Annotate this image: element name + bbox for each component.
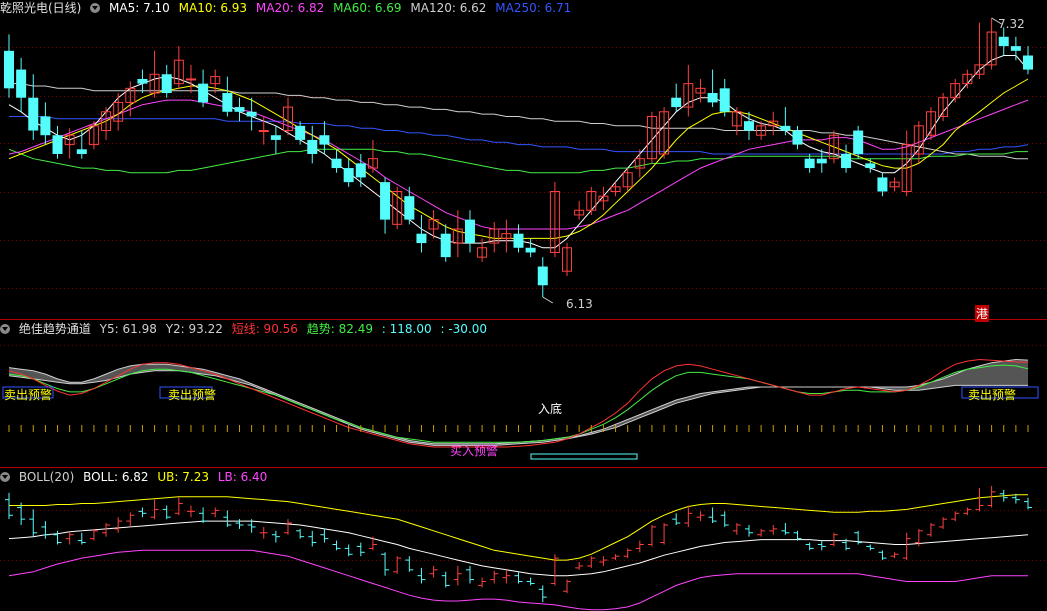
candle-body-down bbox=[331, 158, 342, 169]
ma60-label: MA60: 6.69 bbox=[333, 1, 402, 15]
candle-body-down bbox=[525, 247, 536, 253]
bottom-entry-label: 入底 bbox=[538, 402, 563, 416]
candle-body-down bbox=[1010, 46, 1021, 51]
ma-line-ma250 bbox=[9, 116, 1029, 155]
candle-body-down bbox=[319, 135, 330, 145]
candle-body-down bbox=[4, 50, 14, 89]
dropdown-toggle-icon[interactable] bbox=[90, 3, 101, 13]
candle-body-down bbox=[295, 125, 306, 140]
buy-warning-label: 买入预警 bbox=[450, 444, 499, 458]
ma120-label: MA120: 6.62 bbox=[410, 1, 487, 15]
candle-body-down bbox=[416, 233, 427, 244]
candle-body-down bbox=[1023, 55, 1033, 70]
candle-body-down bbox=[780, 125, 791, 131]
candle-body-down bbox=[707, 93, 718, 103]
candle-body-down bbox=[404, 196, 415, 220]
trend-label: 趋势: 82.49 bbox=[306, 322, 373, 336]
candle-body-down bbox=[76, 149, 87, 154]
stock-chart-window: 乾照光电(日线) MA5: 7.10 MA10: 6.93 MA20: 6.82… bbox=[0, 0, 1047, 611]
candle-body-down bbox=[307, 139, 318, 154]
candle-body-down bbox=[355, 163, 366, 178]
candle-body-down bbox=[40, 116, 51, 136]
candle-body-down bbox=[440, 233, 451, 258]
boll-title: BOLL(20) bbox=[18, 470, 75, 484]
high-price-label: 7.32 bbox=[998, 17, 1025, 31]
main-header: 乾照光电(日线) MA5: 7.10 MA10: 6.93 MA20: 6.82… bbox=[0, 0, 576, 16]
candle-body-down bbox=[198, 83, 209, 103]
short-label: 短线: 90.56 bbox=[231, 322, 298, 336]
boll-mid-line bbox=[8, 520, 1029, 577]
y2-label: Y2: 93.22 bbox=[165, 322, 223, 336]
ma-line-ma120 bbox=[9, 83, 1028, 160]
boll-lb-label: LB: 6.40 bbox=[217, 470, 268, 484]
candle-body-up bbox=[258, 130, 269, 133]
indicator-header: 绝佳趋势通道 Y5: 61.98 Y2: 93.22 短线: 90.56 趋势:… bbox=[0, 321, 492, 337]
candle-body-down bbox=[270, 135, 281, 140]
candle-body-down bbox=[137, 78, 148, 84]
y5-line bbox=[8, 358, 1029, 446]
ma5-label: MA5: 7.10 bbox=[109, 1, 170, 15]
boll-header: BOLL(20) BOLL: 6.82 UB: 7.23 LB: 6.40 bbox=[0, 469, 272, 485]
candle-body-down bbox=[246, 111, 257, 117]
candle-body-down bbox=[464, 219, 475, 244]
candle-body-down bbox=[804, 158, 815, 169]
candle-body-down bbox=[743, 121, 754, 131]
candle-body-down bbox=[513, 233, 524, 248]
stock-title: 乾照光电(日线) bbox=[0, 1, 82, 15]
candle-body-down bbox=[52, 135, 63, 154]
candle-body-down bbox=[816, 158, 827, 164]
sell-warning-label-2: 卖出预警 bbox=[168, 388, 217, 402]
candle-body-down bbox=[28, 97, 39, 131]
ma10-label: MA10: 6.93 bbox=[178, 1, 248, 15]
candle-body-down bbox=[877, 177, 888, 192]
candle-body-down bbox=[380, 182, 391, 220]
candle-body-down bbox=[671, 97, 682, 108]
candle-body-down bbox=[234, 107, 245, 112]
ma-line-ma60 bbox=[8, 148, 1028, 174]
candle-body-down bbox=[161, 74, 172, 94]
candle-body-down bbox=[841, 153, 852, 169]
indicator-dropdown-icon[interactable] bbox=[0, 324, 10, 334]
sell-warning-label-1: 卖出预警 bbox=[4, 388, 53, 402]
candle-body-up bbox=[185, 78, 196, 81]
candle-body-down bbox=[719, 88, 730, 112]
boll-ub-label: UB: 7.23 bbox=[157, 470, 209, 484]
candle-body-down bbox=[853, 130, 864, 154]
hk-connect-badge[interactable]: 港 bbox=[975, 305, 990, 322]
ma250-label: MA250: 6.71 bbox=[495, 1, 572, 15]
lower-level-label: : -30.00 bbox=[440, 322, 488, 336]
candle-body-down bbox=[222, 93, 233, 112]
low-price-label: 6.13 bbox=[566, 297, 593, 311]
low-marker-line bbox=[542, 296, 554, 304]
upper-level-label: : 118.00 bbox=[381, 322, 432, 336]
chart-canvas[interactable] bbox=[0, 0, 1047, 611]
candle-body-down bbox=[865, 163, 876, 169]
sell-warning-label-3: 卖出预警 bbox=[968, 388, 1017, 402]
boll-dropdown-icon[interactable] bbox=[0, 472, 10, 482]
trend-channel-fill bbox=[9, 359, 1028, 446]
candle-body-down bbox=[998, 36, 1009, 47]
boll-mid-label: BOLL: 6.82 bbox=[83, 470, 149, 484]
candle-body-down bbox=[792, 130, 803, 145]
buy-zone-bar bbox=[530, 453, 638, 460]
ma20-label: MA20: 6.82 bbox=[255, 1, 325, 15]
candle-body-down bbox=[16, 69, 27, 98]
y5-label: Y5: 61.98 bbox=[99, 322, 157, 336]
candle-body-down bbox=[537, 266, 548, 286]
indicator-title: 绝佳趋势通道 bbox=[18, 322, 91, 336]
candle-body-down bbox=[343, 168, 354, 183]
short-line bbox=[8, 358, 1029, 448]
